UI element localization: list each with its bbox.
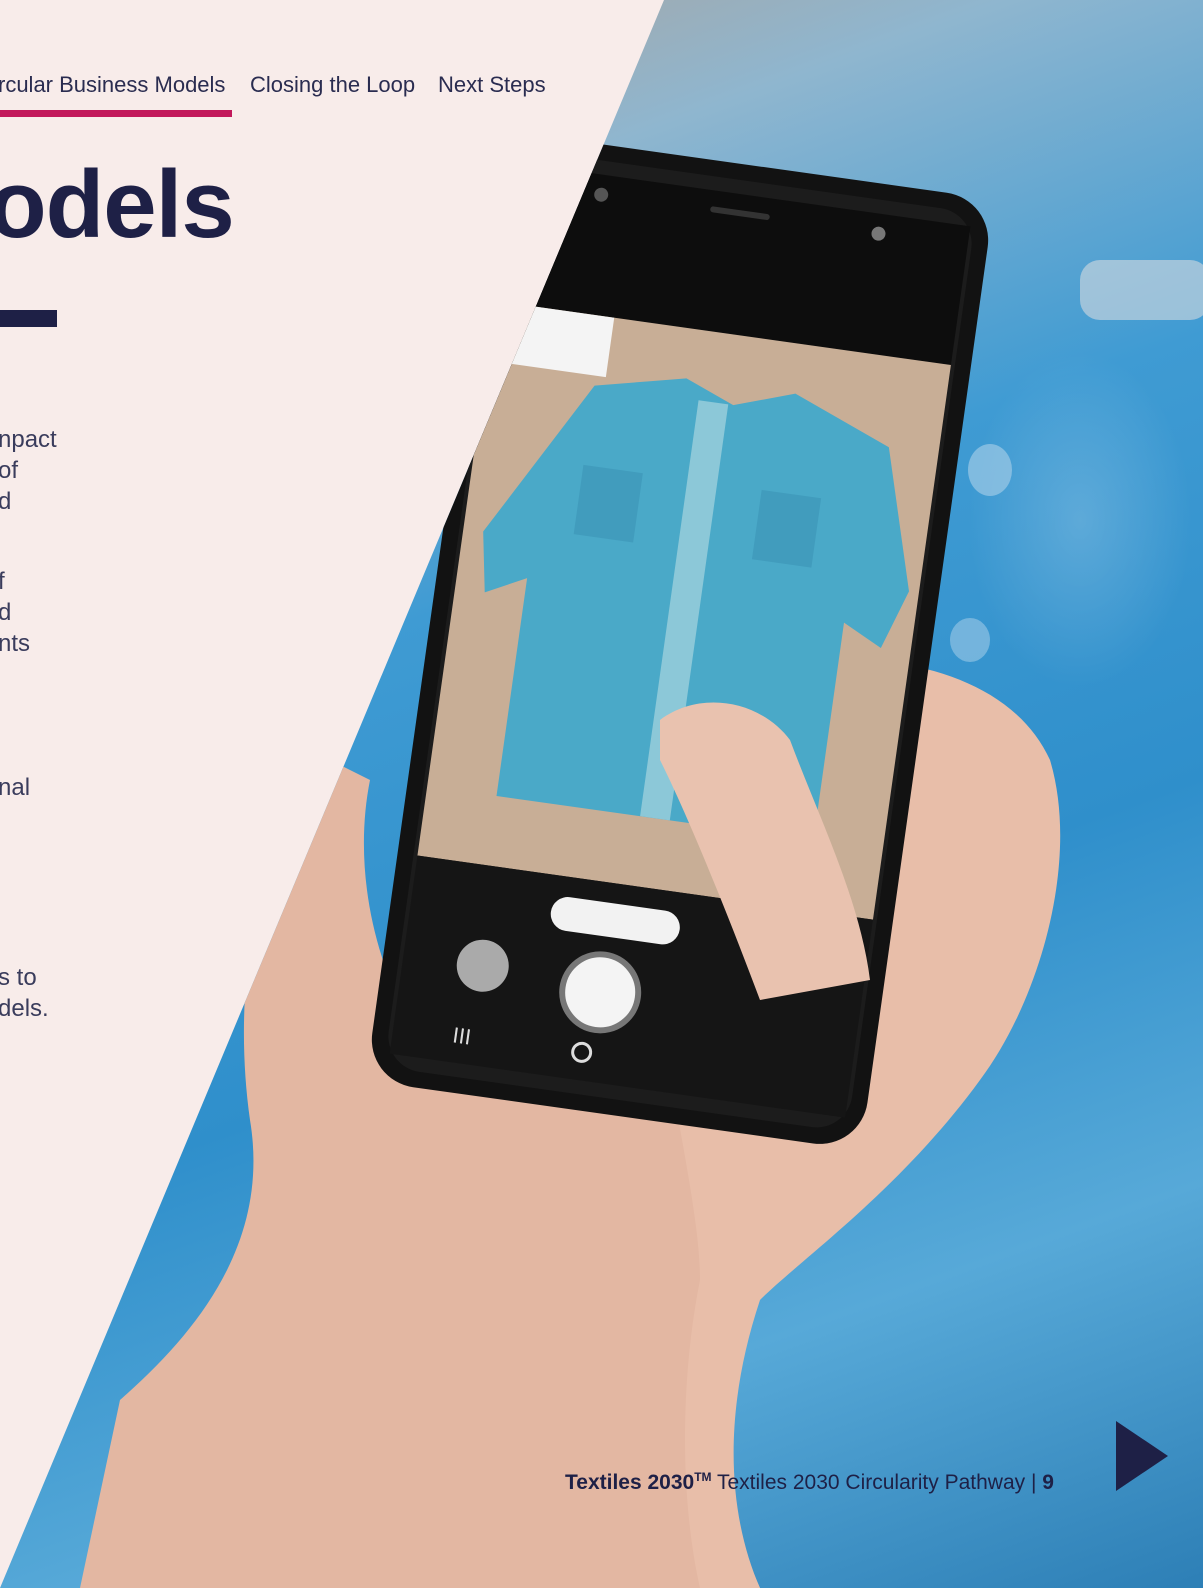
body-text-fragment: npact — [0, 426, 57, 453]
footer-brand: Textiles 2030 — [565, 1471, 695, 1494]
nav-item-next-steps[interactable]: Next Steps — [438, 72, 546, 98]
page-footer: Textiles 2030TM Textiles 2030 Circularit… — [565, 1470, 1054, 1495]
title-rule — [0, 310, 57, 327]
page-number: 9 — [1042, 1471, 1054, 1494]
body-text-fragment: d — [0, 599, 12, 626]
body-text-fragment: of — [0, 457, 19, 484]
nav-item-circular-business-models[interactable]: rcular Business Models — [0, 72, 225, 98]
footer-doc-title: Textiles 2030 Circularity Pathway — [717, 1471, 1026, 1494]
body-text-fragment: d — [0, 488, 12, 515]
next-page-triangle-right-icon[interactable] — [1116, 1421, 1168, 1491]
footer-separator: | — [1030, 1471, 1037, 1494]
body-text-fragment: dels. — [0, 995, 49, 1022]
body-text-fragment: f — [0, 568, 5, 595]
body-text-fragment: s to — [0, 964, 37, 991]
footer-trademark: TM — [694, 1470, 712, 1484]
active-nav-underline — [0, 110, 232, 117]
page-title: odels — [0, 151, 235, 258]
body-text-fragment: nts — [0, 630, 31, 657]
body-text-fragment: nal — [0, 774, 31, 801]
svg-text:III: III — [451, 1022, 473, 1049]
nav-item-closing-the-loop[interactable]: Closing the Loop — [250, 72, 415, 98]
